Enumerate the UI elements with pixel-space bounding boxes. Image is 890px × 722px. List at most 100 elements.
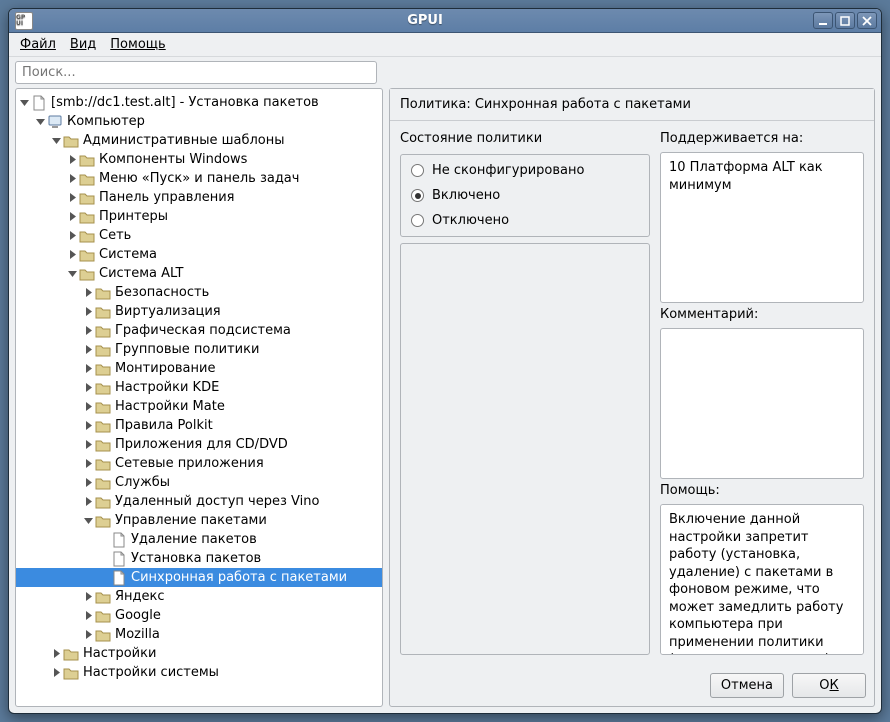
expander-icon[interactable] (34, 117, 46, 126)
search-box (15, 61, 377, 84)
expander-icon[interactable] (82, 421, 94, 430)
expander-icon[interactable] (82, 592, 94, 601)
expander-icon[interactable] (82, 326, 94, 335)
expander-icon[interactable] (50, 649, 62, 658)
tree-label: Монтирование (115, 361, 215, 376)
tree-folder[interactable]: Групповые политики (16, 340, 382, 359)
folder-icon (79, 171, 95, 187)
expander-icon[interactable] (66, 193, 78, 202)
tree-folder[interactable]: Административные шаблоны (16, 131, 382, 150)
maximize-button[interactable] (835, 12, 855, 29)
folder-icon (95, 323, 111, 339)
comment-text[interactable] (660, 328, 864, 479)
close-button[interactable] (857, 12, 877, 29)
expander-icon[interactable] (66, 269, 78, 278)
radio-label: Включено (432, 188, 500, 203)
tree-folder[interactable]: Система (16, 245, 382, 264)
tree-folder[interactable]: Система ALT (16, 264, 382, 283)
tree-folder[interactable]: Mozilla (16, 625, 382, 644)
expander-icon[interactable] (82, 402, 94, 411)
radio-enabled[interactable]: Включено (411, 188, 639, 203)
tree-folder[interactable]: Панель управления (16, 188, 382, 207)
radio-not-configured[interactable]: Не сконфигурировано (411, 163, 639, 178)
tree-folder[interactable]: Приложения для CD/DVD (16, 435, 382, 454)
expander-icon[interactable] (66, 250, 78, 259)
expander-icon[interactable] (82, 288, 94, 297)
ok-button[interactable]: ОК (792, 673, 866, 698)
tree-folder[interactable]: Настройки Mate (16, 397, 382, 416)
radio-label: Отключено (432, 213, 509, 228)
tree-folder[interactable]: Монтирование (16, 359, 382, 378)
tree-folder[interactable]: Графическая подсистема (16, 321, 382, 340)
cancel-button[interactable]: Отмена (710, 673, 784, 698)
tree-leaf[interactable]: Установка пакетов (16, 549, 382, 568)
policy-title: Политика: Синхронная работа с пакетами (390, 89, 874, 121)
expander-icon[interactable] (82, 364, 94, 373)
tree-folder[interactable]: Меню «Пуск» и панель задач (16, 169, 382, 188)
tree-label: Система ALT (99, 266, 183, 281)
tree-folder[interactable]: Настройки (16, 644, 382, 663)
tree-folder[interactable]: Принтеры (16, 207, 382, 226)
expander-icon[interactable] (50, 136, 62, 145)
main-body: [smb://dc1.test.alt] - Установка пакетов… (9, 88, 881, 713)
tree-folder[interactable]: Сетевые приложения (16, 454, 382, 473)
tree-folder[interactable]: Яндекс (16, 587, 382, 606)
folder-icon (79, 266, 95, 282)
expander-icon[interactable] (82, 383, 94, 392)
tree-folder[interactable]: Google (16, 606, 382, 625)
tree-folder[interactable]: Компьютер (16, 112, 382, 131)
radio-icon (411, 164, 424, 177)
tree-folder[interactable]: Удаленный доступ через Vino (16, 492, 382, 511)
folder-icon (95, 361, 111, 377)
tree-label: Службы (115, 475, 170, 490)
tree-label: Графическая подсистема (115, 323, 291, 338)
doc-icon (111, 532, 127, 548)
expander-icon[interactable] (82, 497, 94, 506)
tree-folder[interactable]: Управление пакетами (16, 511, 382, 530)
tree-folder[interactable]: Безопасность (16, 283, 382, 302)
tree-leaf[interactable]: Синхронная работа с пакетами (16, 568, 382, 587)
expander-icon[interactable] (66, 231, 78, 240)
menu-file[interactable]: Файл (13, 35, 63, 54)
expander-icon[interactable] (82, 440, 94, 449)
expander-icon[interactable] (82, 459, 94, 468)
tree-folder[interactable]: Настройки KDE (16, 378, 382, 397)
folder-icon (79, 209, 95, 225)
tree-folder[interactable]: Виртуализация (16, 302, 382, 321)
tree-folder[interactable]: Сеть (16, 226, 382, 245)
tree-label: Удаленный доступ через Vino (115, 494, 319, 509)
radio-disabled[interactable]: Отключено (411, 213, 639, 228)
tree-leaf[interactable]: Удаление пакетов (16, 530, 382, 549)
tree-panel[interactable]: [smb://dc1.test.alt] - Установка пакетов… (15, 88, 383, 707)
expander-icon[interactable] (82, 345, 94, 354)
search-input[interactable] (15, 61, 377, 84)
expander-icon[interactable] (66, 212, 78, 221)
tree-label: [smb://dc1.test.alt] - Установка пакетов (51, 95, 319, 110)
tree-folder[interactable]: Правила Polkit (16, 416, 382, 435)
folder-icon (79, 228, 95, 244)
tree-folder[interactable]: [smb://dc1.test.alt] - Установка пакетов (16, 93, 382, 112)
tree-label: Настройки системы (83, 665, 219, 680)
policy-tree[interactable]: [smb://dc1.test.alt] - Установка пакетов… (16, 93, 382, 682)
expander-icon[interactable] (82, 516, 94, 525)
tree-folder[interactable]: Настройки системы (16, 663, 382, 682)
tree-label: Синхронная работа с пакетами (131, 570, 347, 585)
window-buttons (813, 12, 877, 29)
expander-icon[interactable] (50, 668, 62, 677)
expander-icon[interactable] (82, 611, 94, 620)
folder-icon (95, 589, 111, 605)
menu-view[interactable]: Вид (63, 35, 103, 54)
expander-icon[interactable] (82, 630, 94, 639)
minimize-button[interactable] (813, 12, 833, 29)
tree-label: Установка пакетов (131, 551, 261, 566)
expander-icon[interactable] (66, 155, 78, 164)
expander-icon[interactable] (82, 478, 94, 487)
menu-help[interactable]: Помощь (103, 35, 172, 54)
tree-label: Настройки KDE (115, 380, 219, 395)
tree-folder[interactable]: Службы (16, 473, 382, 492)
expander-icon[interactable] (66, 174, 78, 183)
options-box (400, 243, 650, 655)
expander-icon[interactable] (18, 98, 30, 107)
tree-folder[interactable]: Компоненты Windows (16, 150, 382, 169)
expander-icon[interactable] (82, 307, 94, 316)
